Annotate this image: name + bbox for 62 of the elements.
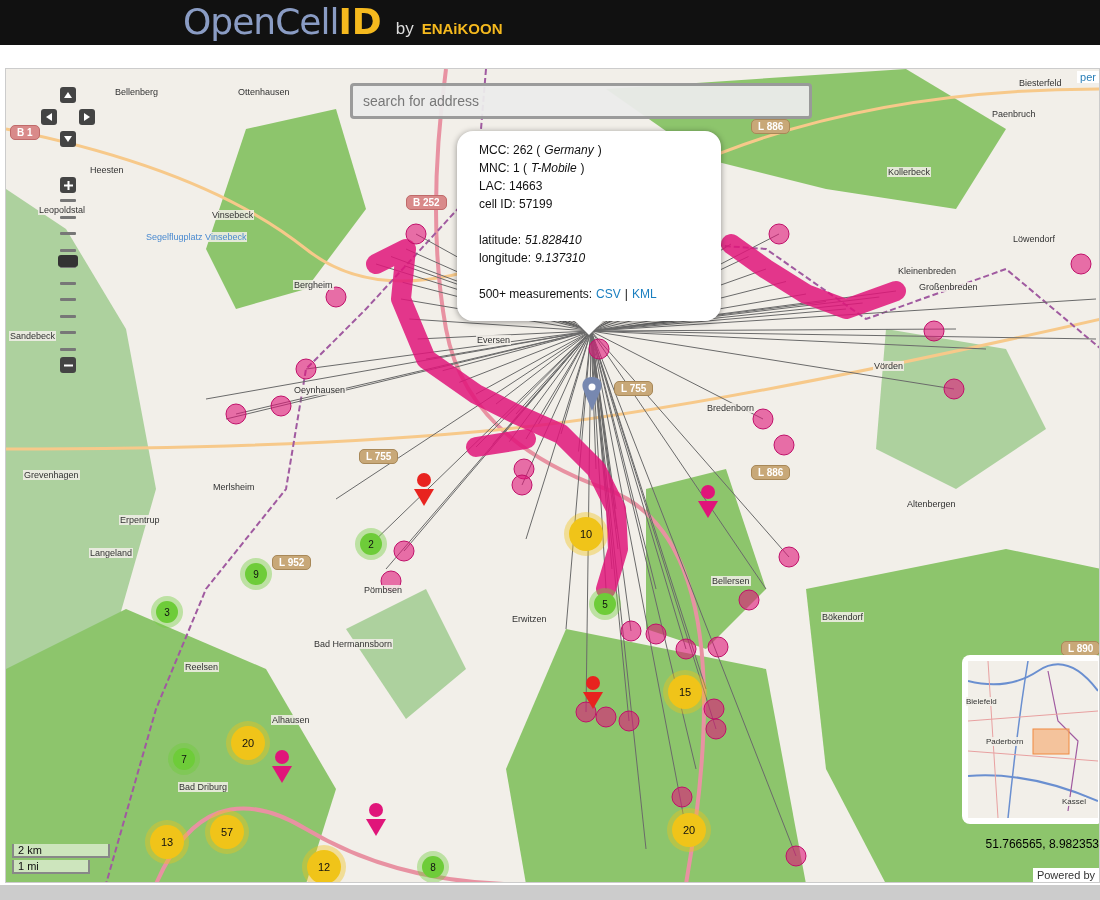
download-link[interactable]: KML [631,285,657,303]
place-label: Vörden [873,361,905,371]
place-label: Bergheim [293,280,334,290]
place-label: Bad Driburg [178,782,229,792]
scale-bar: 2 km [12,844,110,858]
place-label: Alhausen [271,715,311,725]
place-label: Bad Hermannsborn [313,639,394,649]
place-label: Vinsebeck [211,210,255,220]
road-badge: B 1 [10,125,40,140]
scale-bar: 1 mi [12,860,90,874]
popup-text: MNC: 1 (T-Mobile) [479,160,586,177]
place-label: Merlsheim [212,482,256,492]
popup-text: MCC: 262 (Germany) [479,142,603,159]
road-badge: L 886 [751,465,791,480]
popup-text: cell ID: 57199 [479,196,554,213]
place-label: Ottenhausen [237,87,291,97]
search-field[interactable]: search for address [350,83,812,119]
place-label: Heesten [89,165,125,175]
road-badge: L 755 [614,381,654,396]
place-label: Bellersen [711,576,751,586]
place-label: Kassel [1062,797,1086,806]
download-link[interactable]: CSV [596,285,621,303]
permalink-link[interactable]: per [1077,71,1099,83]
logo-byline: by [395,19,414,39]
place-label: Paenbruch [991,109,1037,119]
place-label: Sandebeck [9,331,57,341]
logo-text: OpenCell [183,0,339,44]
place-label: Bellenberg [114,87,160,97]
place-label: Erwitzen [511,614,548,624]
road-badge: L 886 [751,119,791,134]
place-label: Pömbsen [363,585,404,595]
road-badge: L 952 [272,555,312,570]
place-label: Löwendorf [1012,234,1057,244]
logo-text: ID [338,0,382,44]
place-label: Leopoldstal [38,205,87,215]
brand-name: ENAiKOON [421,20,503,37]
road-badge: B 252 [406,195,447,210]
popup-text: latitude: 51.828410 [479,232,583,249]
place-label: Eversen [476,335,512,345]
place-label: Kleinenbreden [897,266,958,276]
popup-text: longitude: 9.137310 [479,250,587,267]
separator: | [624,286,628,303]
place-label: Grevenhagen [23,470,80,480]
place-label: Bredenborn [706,403,756,413]
cursor-coordinates: 51.766565, 8.982353 [985,837,1099,851]
attribution-text: Powered by [1032,868,1099,882]
place-label: Kollerbeck [887,167,932,177]
place-label: Paderborn [986,737,1024,746]
measurements-label: 500+ measurements: [479,286,593,303]
road-badge: L 755 [359,449,399,464]
place-label: Altenbergen [906,499,957,509]
overview-map[interactable]: Bielefeld Paderborn Kassel [962,655,1099,824]
popup-text: LAC: 14663 [479,178,544,195]
place-label: Bökendorf [821,612,865,622]
place-label: Erpentrup [119,515,161,525]
place-label: Langeland [89,548,134,558]
place-label: Großenbreden [918,282,979,292]
place-label: Biesterfeld [1018,78,1063,88]
place-label: Oeynhausen [293,385,347,395]
place-label: Bielefeld [966,697,997,706]
place-label: Reelsen [184,662,220,672]
place-label: Segelflugplatz Vinsebeck [145,232,248,242]
